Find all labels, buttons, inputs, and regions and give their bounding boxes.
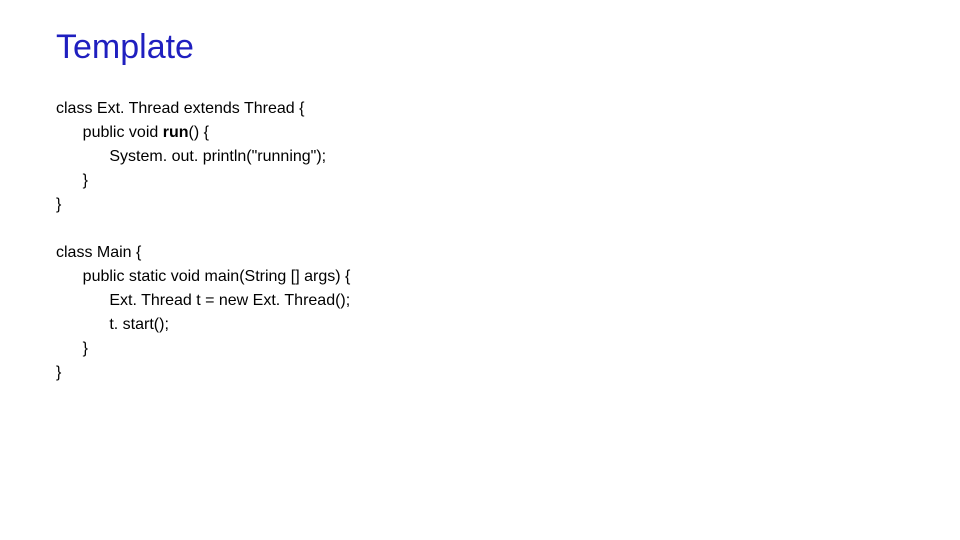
code-bold: run [163, 124, 189, 141]
code-line: } [56, 364, 61, 381]
code-line: System. out. println("running"); [56, 148, 326, 165]
code-line: } [56, 172, 88, 189]
code-line: public void [56, 124, 163, 141]
code-line: public static void main(String [] args) … [56, 268, 350, 285]
slide-title: Template [56, 28, 904, 67]
slide: Template class Ext. Thread extends Threa… [0, 0, 960, 413]
code-line: class Ext. Thread extends Thread { [56, 100, 304, 117]
code-line: class Main { [56, 244, 141, 261]
code-line: t. start(); [56, 316, 169, 333]
code-block-1: class Ext. Thread extends Thread { publi… [56, 97, 904, 385]
code-line: Ext. Thread t = new Ext. Thread(); [56, 292, 350, 309]
code-line: () { [189, 124, 209, 141]
code-line: } [56, 196, 61, 213]
code-line: } [56, 340, 88, 357]
